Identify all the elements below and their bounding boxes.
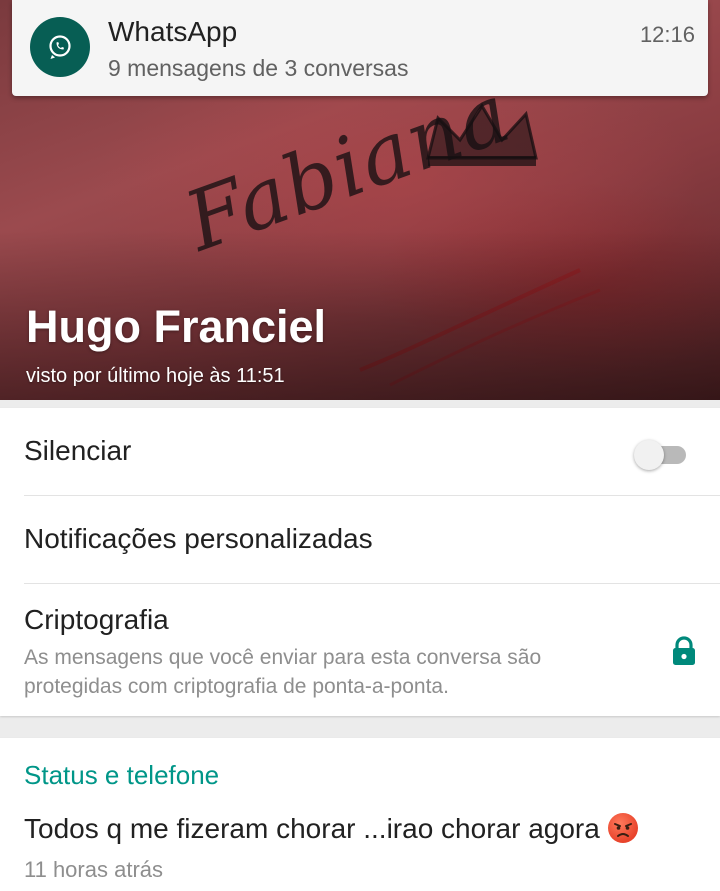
encryption-row[interactable]: Criptografia As mensagens que você envia… <box>24 584 720 716</box>
encryption-description: As mensagens que você enviar para esta c… <box>24 646 542 698</box>
contact-settings-card: Silenciar Notificações personalizadas Cr… <box>0 408 720 716</box>
toggle-thumb <box>634 440 664 470</box>
notification-time: 12:16 <box>639 22 695 47</box>
encryption-label: Criptografia <box>24 604 169 635</box>
whatsapp-notification[interactable]: WhatsApp 12:16 9 mensagens de 3 conversa… <box>12 0 708 96</box>
notification-app-name: WhatsApp <box>108 16 238 47</box>
status-row[interactable]: Todos q me fizeram chorar ...irao chorar… <box>24 813 638 845</box>
lock-icon <box>673 636 695 665</box>
notification-text: 9 mensagens de 3 conversas <box>108 55 409 81</box>
custom-notifications-label: Notificações personalizadas <box>24 523 373 554</box>
status-time: 11 horas atrás <box>24 857 164 882</box>
status-phone-card: Status e telefone Todos q me fizeram cho… <box>0 738 720 891</box>
angry-face-icon <box>607 813 638 843</box>
last-seen-text: visto por último hoje às 11:51 <box>26 365 285 387</box>
status-text: Todos q me fizeram chorar ...irao chorar… <box>24 813 600 844</box>
contact-name: Hugo Franciel <box>26 301 327 352</box>
custom-notifications-row[interactable]: Notificações personalizadas <box>24 496 720 584</box>
whatsapp-icon <box>30 17 90 77</box>
mute-toggle[interactable] <box>634 440 686 470</box>
mute-label: Silenciar <box>24 435 132 466</box>
section-title: Status e telefone <box>24 760 220 790</box>
mute-row[interactable]: Silenciar <box>24 408 720 496</box>
